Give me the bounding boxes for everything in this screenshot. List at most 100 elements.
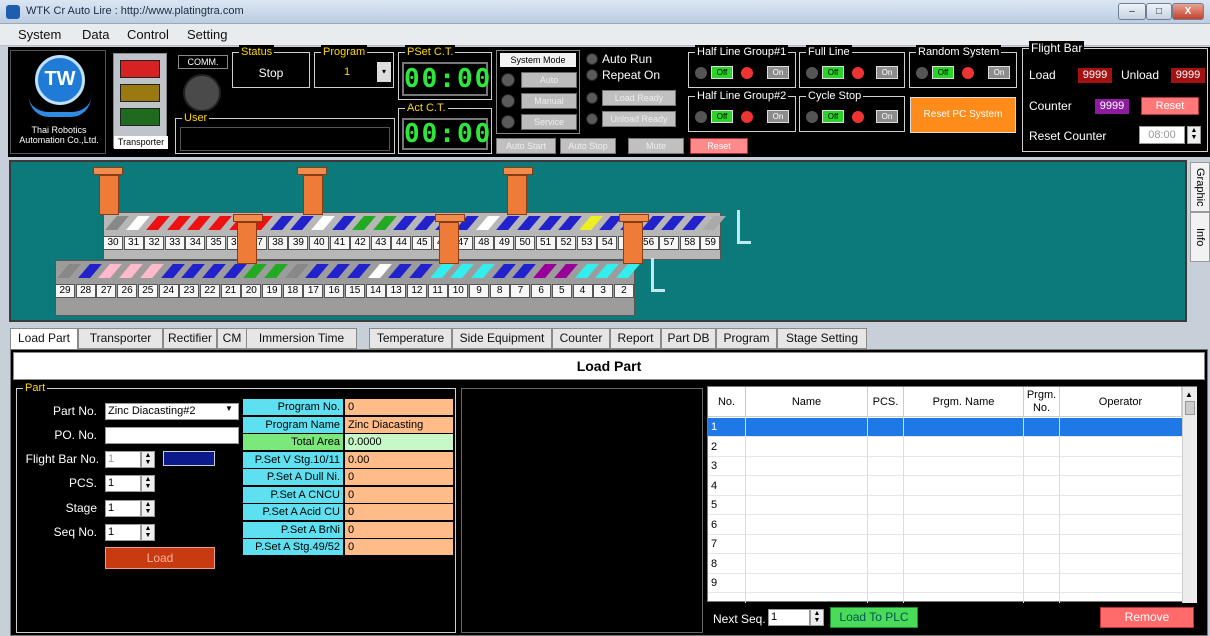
tank-slot[interactable]: 52 bbox=[556, 236, 577, 250]
flight-bar-no-input[interactable]: 1 bbox=[105, 451, 141, 468]
cycle-off-button[interactable]: Off bbox=[822, 110, 844, 123]
part-no-dropdown-icon[interactable]: ▼ bbox=[225, 404, 233, 413]
tank-slot[interactable]: 25 bbox=[137, 284, 158, 298]
reset-button[interactable]: Reset bbox=[690, 138, 748, 154]
tank-slot[interactable]: 20 bbox=[241, 284, 262, 298]
tab-transporter[interactable]: Transporter bbox=[78, 328, 163, 349]
reset-counter-time[interactable]: 08:00 bbox=[1139, 126, 1185, 144]
tab-counter[interactable]: Counter bbox=[552, 328, 610, 349]
tank-slot[interactable]: 6 bbox=[531, 284, 552, 298]
reset-counter-spinner-icon[interactable]: ▲ ▼ bbox=[1187, 126, 1201, 144]
tank-slot[interactable]: 54 bbox=[597, 236, 618, 250]
tank-slot[interactable]: 59 bbox=[700, 236, 721, 250]
random-off-button[interactable]: Off bbox=[932, 66, 954, 79]
tank-slot[interactable]: 10 bbox=[448, 284, 469, 298]
full-on-button[interactable]: On bbox=[876, 66, 898, 79]
table-row[interactable]: 3 bbox=[708, 457, 1182, 476]
tank-slot[interactable]: 30 bbox=[103, 236, 123, 250]
tank-slot[interactable]: 51 bbox=[535, 236, 556, 250]
tank-slot[interactable]: 11 bbox=[427, 284, 448, 298]
scroll-up-icon[interactable]: ▲ bbox=[1185, 390, 1193, 399]
tank-slot[interactable]: 45 bbox=[412, 236, 432, 250]
table-row[interactable]: 5 bbox=[708, 496, 1182, 515]
random-on-button[interactable]: On bbox=[988, 66, 1010, 79]
table-row[interactable]: 7 bbox=[708, 535, 1182, 554]
tank-slot[interactable]: 38 bbox=[267, 236, 288, 250]
next-seq-spinner-icon[interactable]: ▲ ▼ bbox=[810, 609, 824, 626]
tank-slot[interactable]: 31 bbox=[123, 236, 144, 250]
counter-reset-button[interactable]: Reset bbox=[1141, 97, 1199, 115]
stage-spinner-icon[interactable]: ▲ ▼ bbox=[141, 500, 155, 517]
tank-slot[interactable]: 42 bbox=[350, 236, 371, 250]
tank-slot[interactable]: 40 bbox=[309, 236, 329, 250]
program-dropdown-icon[interactable]: ▾ bbox=[377, 62, 391, 82]
tab-cm[interactable]: CM bbox=[217, 328, 247, 349]
tab-stage-setting[interactable]: Stage Setting bbox=[777, 328, 867, 349]
next-seq-input[interactable]: 1 bbox=[768, 609, 810, 626]
close-button[interactable]: X bbox=[1172, 3, 1204, 20]
load-to-plc-button[interactable]: Load To PLC bbox=[830, 607, 918, 628]
tank-slot[interactable]: 48 bbox=[473, 236, 494, 250]
tank-slot[interactable]: 33 bbox=[164, 236, 185, 250]
tank-slot[interactable]: 4 bbox=[572, 284, 593, 298]
flight-bar-color-swatch[interactable] bbox=[163, 451, 215, 466]
tank-slot[interactable]: 29 bbox=[55, 284, 75, 298]
load-ready-button[interactable]: Load Ready bbox=[602, 90, 676, 106]
program-select[interactable]: 1 bbox=[318, 62, 376, 82]
table-row[interactable]: 9 bbox=[708, 574, 1182, 593]
tank-slot[interactable]: 22 bbox=[199, 284, 220, 298]
mute-button[interactable]: Mute bbox=[628, 138, 684, 154]
half2-on-button[interactable]: On bbox=[767, 110, 789, 123]
tank-slot[interactable]: 21 bbox=[220, 284, 241, 298]
tab-program[interactable]: Program bbox=[716, 328, 777, 349]
half1-off-button[interactable]: Off bbox=[711, 66, 733, 79]
load-button[interactable]: Load bbox=[105, 547, 215, 569]
tank-slot[interactable]: 9 bbox=[469, 284, 489, 298]
tank-slot[interactable]: 49 bbox=[494, 236, 515, 250]
tab-part-db[interactable]: Part DB bbox=[661, 328, 716, 349]
tank-slot[interactable]: 44 bbox=[391, 236, 412, 250]
tank-slot[interactable]: 34 bbox=[185, 236, 206, 250]
auto-stop-button[interactable]: Auto Stop bbox=[560, 138, 616, 154]
tank-slot[interactable]: 2 bbox=[613, 284, 634, 298]
col-prgm-name[interactable]: Prgm. Name bbox=[904, 387, 1024, 417]
table-row[interactable]: 1 bbox=[708, 418, 1182, 437]
tank-slot[interactable]: 41 bbox=[329, 236, 350, 250]
tank-slot[interactable]: 27 bbox=[96, 284, 117, 298]
side-tab-info[interactable]: Info bbox=[1190, 212, 1210, 262]
scroll-thumb[interactable] bbox=[1185, 401, 1195, 415]
tank-slot[interactable]: 57 bbox=[659, 236, 680, 250]
tank-slot[interactable]: 23 bbox=[179, 284, 200, 298]
tank-slot[interactable]: 12 bbox=[406, 284, 427, 298]
cycle-on-button[interactable]: On bbox=[876, 110, 898, 123]
tank-slot[interactable]: 18 bbox=[282, 284, 303, 298]
table-row[interactable]: 8 bbox=[708, 555, 1182, 574]
tank-slot[interactable]: 14 bbox=[365, 284, 386, 298]
tank-slot[interactable]: 15 bbox=[344, 284, 365, 298]
col-pcs[interactable]: PCS. bbox=[868, 387, 904, 417]
flight-bar-spinner-icon[interactable]: ▲ ▼ bbox=[141, 451, 155, 468]
half1-on-button[interactable]: On bbox=[767, 66, 789, 79]
menu-control[interactable]: Control bbox=[127, 27, 169, 42]
menu-setting[interactable]: Setting bbox=[187, 27, 227, 42]
tank-slot[interactable]: 3 bbox=[593, 284, 614, 298]
tank-slot[interactable]: 13 bbox=[386, 284, 407, 298]
tank-slot[interactable]: 32 bbox=[144, 236, 165, 250]
menu-system[interactable]: System bbox=[18, 27, 61, 42]
tab-immersion-time[interactable]: Immersion Time bbox=[247, 328, 357, 349]
maximize-button[interactable]: □ bbox=[1146, 3, 1172, 20]
tank-slot[interactable]: 17 bbox=[303, 284, 324, 298]
tank-slot[interactable]: 7 bbox=[510, 284, 531, 298]
tank-slot[interactable]: 26 bbox=[117, 284, 138, 298]
reset-pc-system-button[interactable]: Reset PC System bbox=[910, 97, 1016, 133]
pcs-input[interactable]: 1 bbox=[105, 475, 141, 492]
grid-scrollbar[interactable]: ▲ bbox=[1182, 387, 1197, 603]
tank-slot[interactable]: 19 bbox=[262, 284, 282, 298]
col-no[interactable]: No. bbox=[708, 387, 746, 417]
tank-slot[interactable]: 58 bbox=[679, 236, 700, 250]
auto-start-button[interactable]: Auto Start bbox=[496, 138, 556, 154]
auto-mode-button[interactable]: Auto bbox=[521, 72, 577, 88]
tank-slot[interactable]: 43 bbox=[370, 236, 391, 250]
stage-input[interactable]: 1 bbox=[105, 500, 141, 517]
half2-off-button[interactable]: Off bbox=[711, 110, 733, 123]
